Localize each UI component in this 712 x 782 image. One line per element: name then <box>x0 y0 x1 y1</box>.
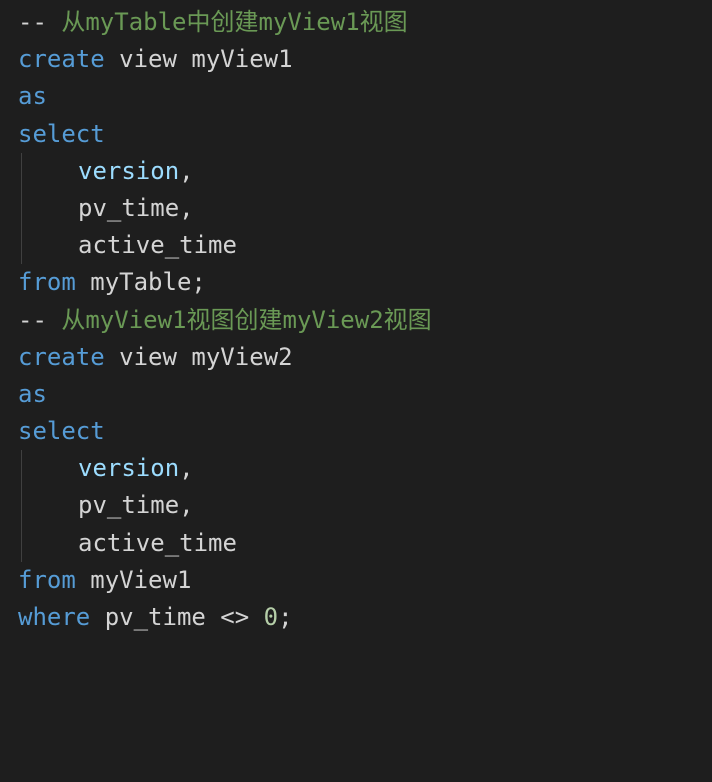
sql-text: myTable; <box>76 268 206 296</box>
code-line: -- 从myView1视图创建myView2视图 <box>18 302 694 339</box>
code-editor[interactable]: -- 从myTable中创建myView1视图create view myVie… <box>18 4 694 636</box>
comment-dashes: -- <box>18 8 61 36</box>
sql-keyword: from <box>18 268 76 296</box>
code-line: pv_time, <box>18 190 694 227</box>
sql-text: active_time <box>78 231 237 259</box>
code-line: pv_time, <box>18 487 694 524</box>
sql-text: pv_time, <box>78 491 194 519</box>
sql-keyword: where <box>18 603 90 631</box>
sql-identifier: version <box>78 157 179 185</box>
sql-text: active_time <box>78 529 237 557</box>
comment-text: 从myView1视图创建myView2视图 <box>61 306 431 334</box>
sql-keyword: create <box>18 343 105 371</box>
indent-guide <box>21 227 22 264</box>
comment-dashes: -- <box>18 306 61 334</box>
sql-text: pv_time, <box>78 194 194 222</box>
sql-keyword: select <box>18 417 105 445</box>
sql-keyword: as <box>18 82 47 110</box>
sql-keyword: select <box>18 120 105 148</box>
code-line: as <box>18 376 694 413</box>
code-line: from myView1 <box>18 562 694 599</box>
code-line: create view myView1 <box>18 41 694 78</box>
code-line: -- 从myTable中创建myView1视图 <box>18 4 694 41</box>
code-line: active_time <box>18 525 694 562</box>
sql-punct: ; <box>278 603 292 631</box>
code-line: active_time <box>18 227 694 264</box>
code-line: as <box>18 78 694 115</box>
indent-guide <box>21 190 22 227</box>
indent-guide <box>21 525 22 562</box>
comment-text: 从myTable中创建myView1视图 <box>61 8 407 36</box>
sql-punct: , <box>179 157 193 185</box>
sql-keyword: create <box>18 45 105 73</box>
indent-guide <box>21 487 22 524</box>
sql-text: myView1 <box>76 566 192 594</box>
sql-identifier: version <box>78 454 179 482</box>
sql-keyword: from <box>18 566 76 594</box>
sql-keyword: as <box>18 380 47 408</box>
sql-punct: , <box>179 454 193 482</box>
code-line: version, <box>18 450 694 487</box>
code-line: create view myView2 <box>18 339 694 376</box>
code-line: version, <box>18 153 694 190</box>
indent-guide <box>21 153 22 190</box>
code-line: select <box>18 413 694 450</box>
sql-text: view myView1 <box>105 45 293 73</box>
sql-text: view myView2 <box>105 343 293 371</box>
sql-number: 0 <box>264 603 278 631</box>
code-line: from myTable; <box>18 264 694 301</box>
indent-guide <box>21 450 22 487</box>
code-line: where pv_time <> 0; <box>18 599 694 636</box>
code-line: select <box>18 116 694 153</box>
sql-text: pv_time <> <box>90 603 263 631</box>
